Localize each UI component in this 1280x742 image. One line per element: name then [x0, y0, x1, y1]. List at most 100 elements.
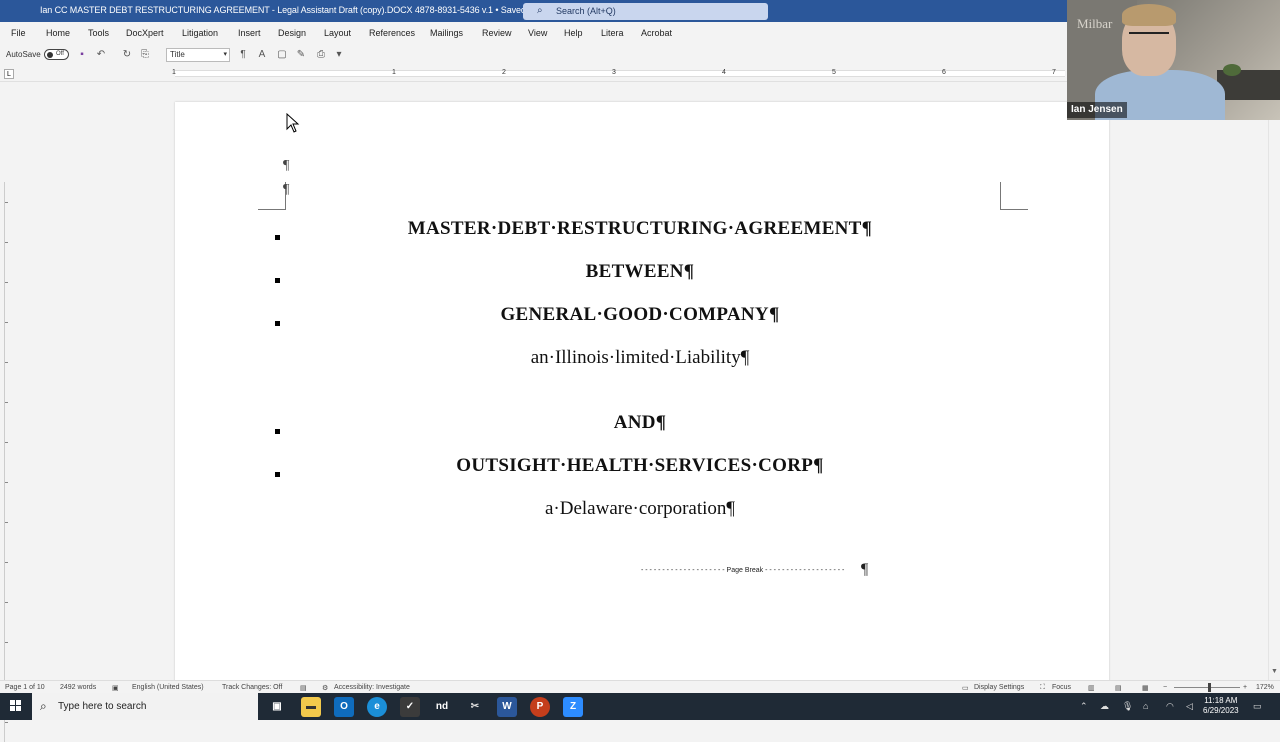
border-icon[interactable]: ▢	[275, 48, 289, 62]
accessibility-status[interactable]: Accessibility: Investigate	[334, 684, 410, 691]
outlook-icon[interactable]: O	[334, 697, 354, 717]
format-painter-icon[interactable]: ⎘	[138, 48, 152, 62]
notifications-icon[interactable]: ▭	[1253, 701, 1262, 712]
participant-hair	[1122, 4, 1176, 26]
checklist-app-icon[interactable]: ✓	[400, 697, 420, 717]
zoom-in-icon[interactable]: +	[1243, 684, 1247, 691]
track-changes-status[interactable]: Track Changes: Off	[222, 684, 282, 691]
tab-home[interactable]: Home	[46, 28, 70, 38]
tab-review[interactable]: Review	[482, 28, 512, 38]
onedrive-icon[interactable]: ☁	[1100, 701, 1109, 712]
page-break-label: Page Break	[726, 567, 764, 574]
file-explorer-icon[interactable]: ▬	[301, 697, 321, 717]
doc-party-two-description[interactable]: a·Delaware·corporation¶	[173, 498, 1107, 520]
task-view-icon[interactable]: ▣	[267, 697, 287, 717]
scroll-down-icon[interactable]: ▼	[1271, 668, 1278, 675]
tab-help[interactable]: Help	[564, 28, 583, 38]
print-icon[interactable]: ⎙	[314, 48, 328, 62]
autosave-toggle[interactable]: Off	[44, 49, 69, 60]
doc-party-two-line[interactable]: OUTSIGHT·HEALTH·SERVICES·CORP¶	[173, 455, 1107, 477]
wifi-icon[interactable]: ◠	[1166, 701, 1174, 712]
zoom-out-icon[interactable]: −	[1163, 684, 1167, 691]
participant-glasses	[1129, 32, 1169, 41]
font-color-icon[interactable]: A	[255, 48, 269, 62]
clock-time: 11:18 AM	[1204, 696, 1238, 705]
print-layout-icon[interactable]: ▤	[1115, 684, 1122, 692]
tab-tools[interactable]: Tools	[88, 28, 109, 38]
tab-litigation[interactable]: Litigation	[182, 28, 218, 38]
ruler-number: 1	[172, 69, 176, 76]
ruler-number: 7	[1052, 69, 1056, 76]
ruler-number: 5	[832, 69, 836, 76]
toggle-knob	[47, 52, 53, 58]
focus-mode[interactable]: Focus	[1052, 684, 1071, 691]
margin-corner-top-right	[1000, 182, 1028, 210]
word-count[interactable]: 2492 words	[60, 684, 96, 691]
edge-browser-icon[interactable]: e	[367, 697, 387, 717]
word-app-icon[interactable]: W	[497, 697, 517, 717]
save-icon[interactable]: ▪	[75, 48, 89, 62]
web-layout-icon[interactable]: ▦	[1142, 684, 1149, 692]
tray-overflow-icon[interactable]: ⌃	[1080, 701, 1088, 712]
nd-app-icon[interactable]: nd	[432, 697, 452, 717]
read-mode-icon[interactable]: ▥	[1088, 684, 1095, 692]
doc-between-line[interactable]: BETWEEN¶	[173, 261, 1107, 283]
video-background-plant	[1223, 64, 1241, 76]
autosave-state: Off	[56, 51, 64, 57]
zoom-app-icon[interactable]: Z	[563, 697, 583, 717]
video-background-text: Milbar	[1077, 16, 1113, 31]
proofing-icon[interactable]: ▣	[112, 684, 119, 692]
system-clock[interactable]: 11:18 AM 6/29/2023	[1203, 696, 1239, 716]
zoom-slider[interactable]	[1174, 687, 1240, 688]
highlight-icon[interactable]: ✎	[294, 48, 308, 62]
page-break-dashes-right: - - - - - - - - - - - - - - - - - - -	[765, 567, 845, 574]
tab-acrobat[interactable]: Acrobat	[641, 28, 672, 38]
page-count[interactable]: Page 1 of 10	[5, 684, 45, 691]
customize-toolbar-icon[interactable]: ▾	[332, 48, 346, 62]
tab-layout[interactable]: Layout	[324, 28, 351, 38]
search-box[interactable]: ⌕ Search (Alt+Q)	[523, 3, 768, 20]
network-icon[interactable]: ⌂	[1143, 701, 1148, 711]
doc-title-line[interactable]: MASTER·DEBT·RESTRUCTURING·AGREEMENT¶	[173, 218, 1107, 240]
doc-party-one-line[interactable]: GENERAL·GOOD·COMPANY¶	[173, 304, 1107, 326]
ruler-track[interactable]	[175, 70, 1065, 77]
tab-design[interactable]: Design	[278, 28, 306, 38]
document-title[interactable]: Ian CC MASTER DEBT RESTRUCTURING AGREEME…	[40, 5, 575, 16]
show-formatting-icon[interactable]: ¶	[236, 48, 250, 62]
taskbar-search[interactable]: ⌕ Type here to search	[32, 693, 258, 720]
video-call-tile[interactable]: Milbar Ian Jensen	[1067, 0, 1280, 120]
undo-icon[interactable]: ↶	[94, 48, 108, 62]
tab-references[interactable]: References	[369, 28, 415, 38]
ruler-number: 2	[502, 69, 506, 76]
document-page[interactable]: ¶ ¶ MASTER·DEBT·RESTRUCTURING·AGREEMENT¶…	[175, 102, 1109, 702]
snipping-tool-icon[interactable]: ✂	[465, 697, 485, 717]
powerpoint-icon[interactable]: P	[530, 697, 550, 717]
page-break-marker[interactable]: - - - - - - - - - - - - - - - - - - - - …	[641, 561, 871, 578]
macro-icon[interactable]: ▤	[300, 684, 307, 692]
language-status[interactable]: English (United States)	[132, 684, 204, 691]
tab-litera[interactable]: Litera	[601, 28, 624, 38]
zoom-level[interactable]: 172%	[1256, 684, 1274, 691]
windows-start-icon[interactable]	[10, 700, 22, 712]
vertical-scrollbar[interactable]: ▲ ▼	[1268, 82, 1280, 680]
volume-icon[interactable]: ◁	[1186, 701, 1193, 712]
doc-party-one-description[interactable]: an·Illinois·limited·Liability¶	[173, 347, 1107, 369]
tab-insert[interactable]: Insert	[238, 28, 261, 38]
tab-docxpert[interactable]: DocXpert	[126, 28, 164, 38]
tab-selector[interactable]: L	[4, 69, 14, 79]
tab-mailings[interactable]: Mailings	[430, 28, 463, 38]
microphone-icon[interactable]: 🎙	[1122, 701, 1133, 712]
display-settings-icon: ▭	[962, 685, 969, 692]
redo-icon[interactable]: ↻	[120, 48, 134, 62]
tab-file[interactable]: File	[11, 28, 26, 38]
page-break-pilcrow: ¶	[861, 561, 869, 578]
empty-paragraph-mark[interactable]: ¶	[283, 158, 289, 174]
zoom-slider-thumb[interactable]	[1208, 683, 1211, 692]
tab-view[interactable]: View	[528, 28, 547, 38]
focus-icon: ⛶	[1040, 684, 1045, 691]
style-selector[interactable]: Title ▾	[166, 48, 230, 62]
display-settings[interactable]: Display Settings	[974, 684, 1024, 691]
doc-and-line[interactable]: AND¶	[173, 412, 1107, 434]
margin-corner-top-left	[258, 182, 286, 210]
empty-paragraph-mark[interactable]: ¶	[283, 182, 289, 198]
